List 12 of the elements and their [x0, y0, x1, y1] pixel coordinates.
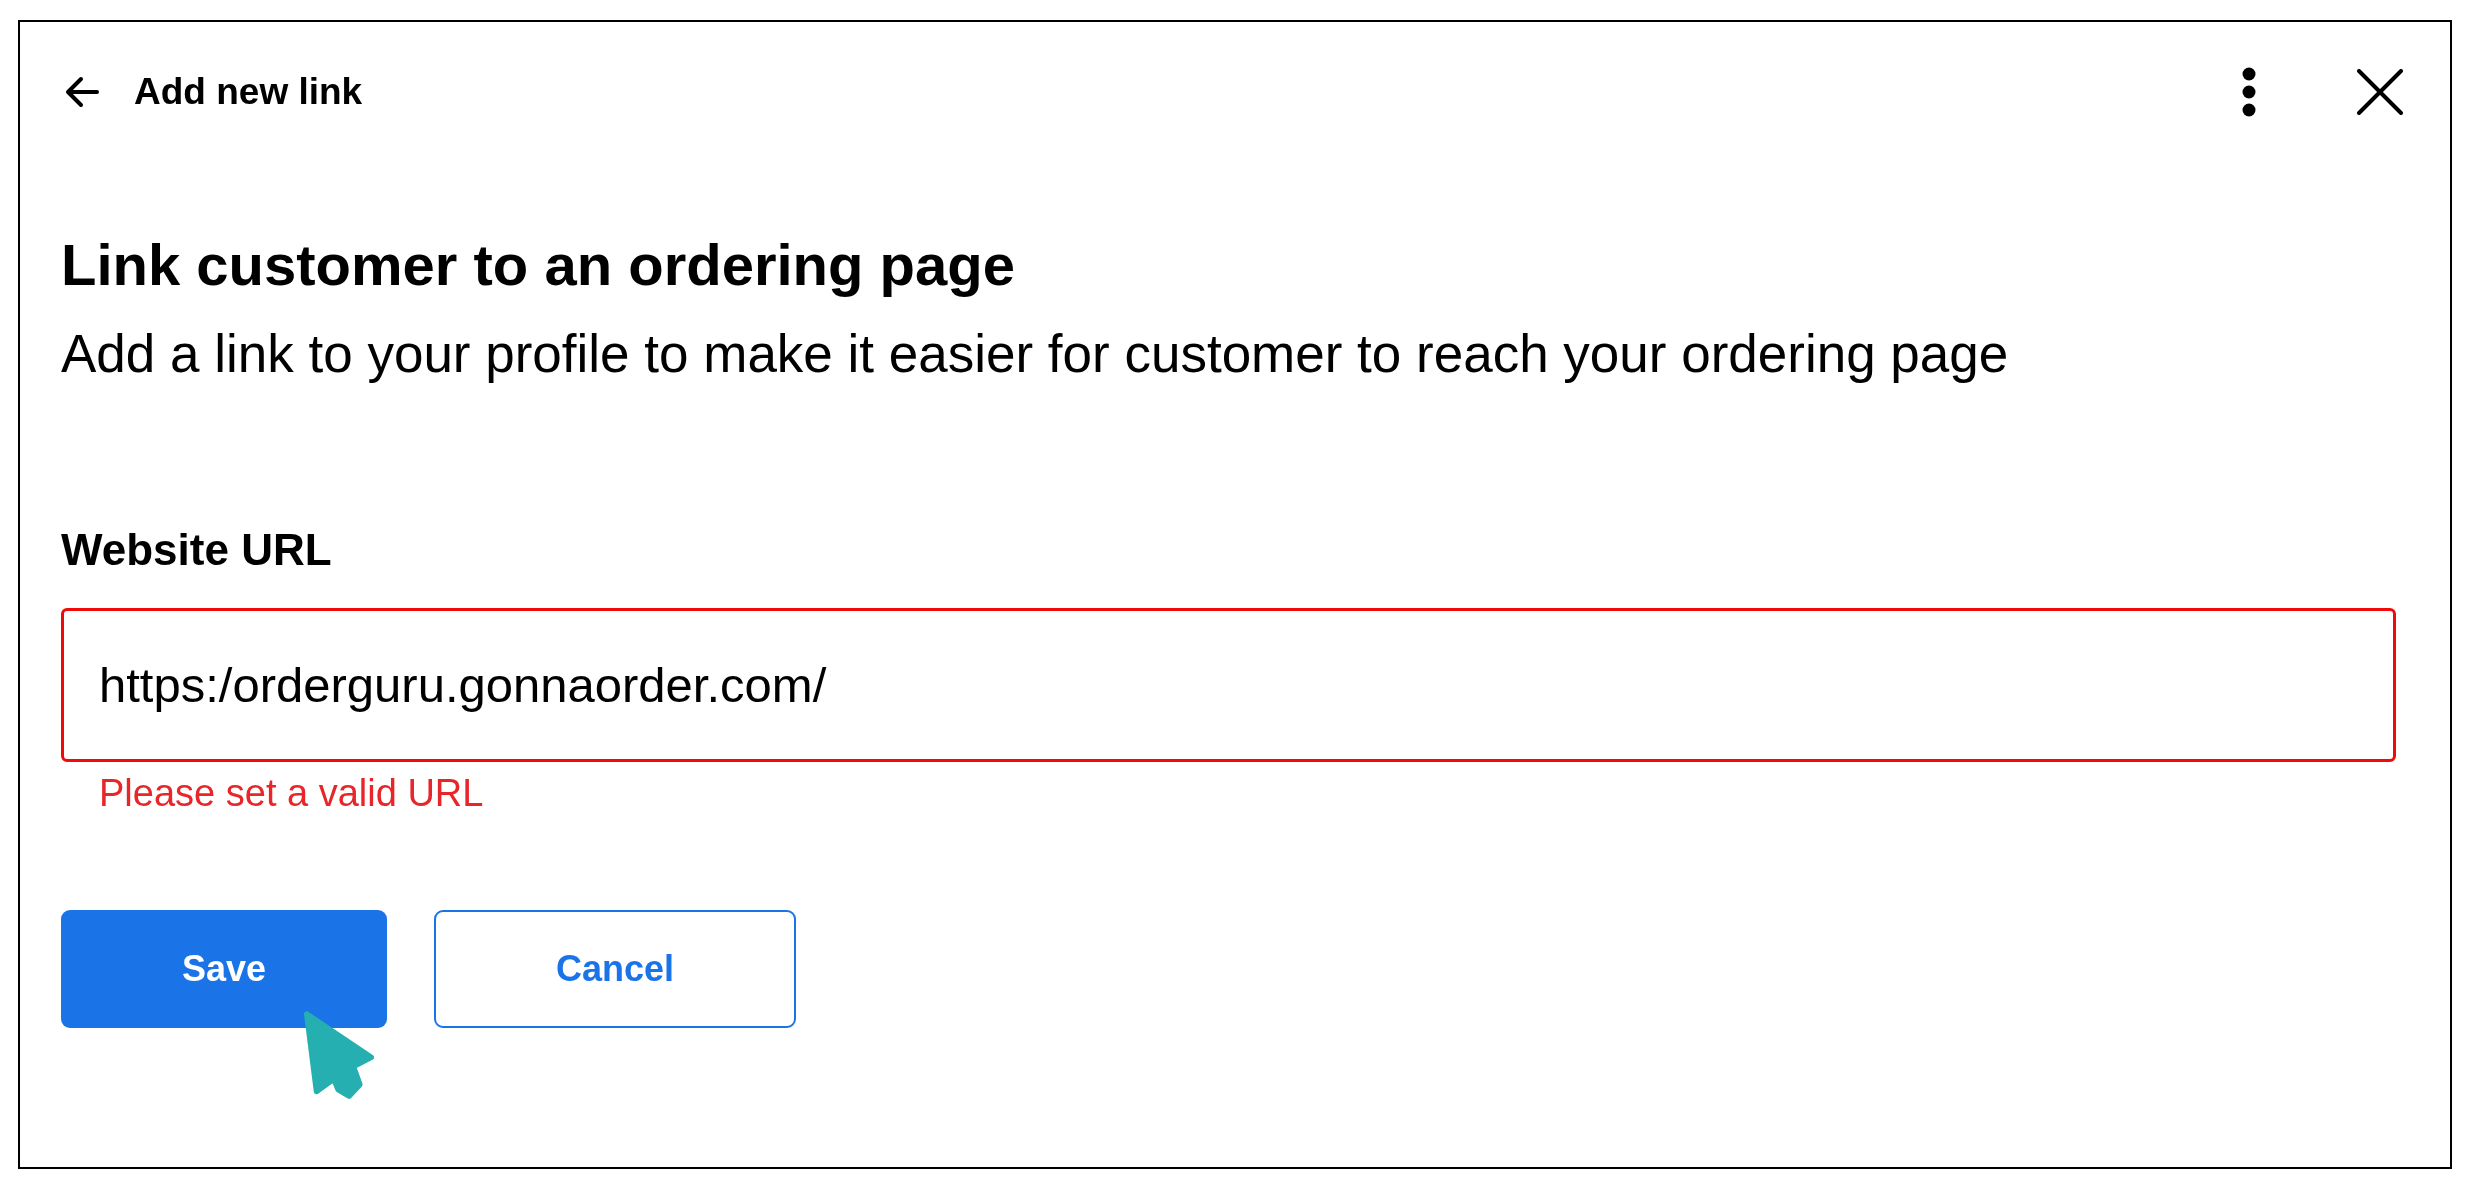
section-description: Add a link to your profile to make it easier for customer to reach your ordering page: [61, 322, 2009, 385]
back-arrow-icon[interactable]: [65, 76, 99, 108]
url-input[interactable]: https:/orderguru.gonnaorder.com/: [61, 608, 2396, 762]
error-message: Please set a valid URL: [99, 772, 484, 814]
section-heading: Link customer to an ordering page: [61, 231, 1015, 299]
dialog-title: Add new link: [134, 69, 363, 114]
kebab-menu-icon[interactable]: [2241, 67, 2257, 117]
save-button[interactable]: Save: [61, 910, 387, 1028]
pointer-cursor-icon: [304, 1011, 374, 1100]
field-label: Website URL: [61, 524, 332, 577]
close-icon[interactable]: [2357, 69, 2403, 115]
cancel-button[interactable]: Cancel: [434, 910, 796, 1028]
